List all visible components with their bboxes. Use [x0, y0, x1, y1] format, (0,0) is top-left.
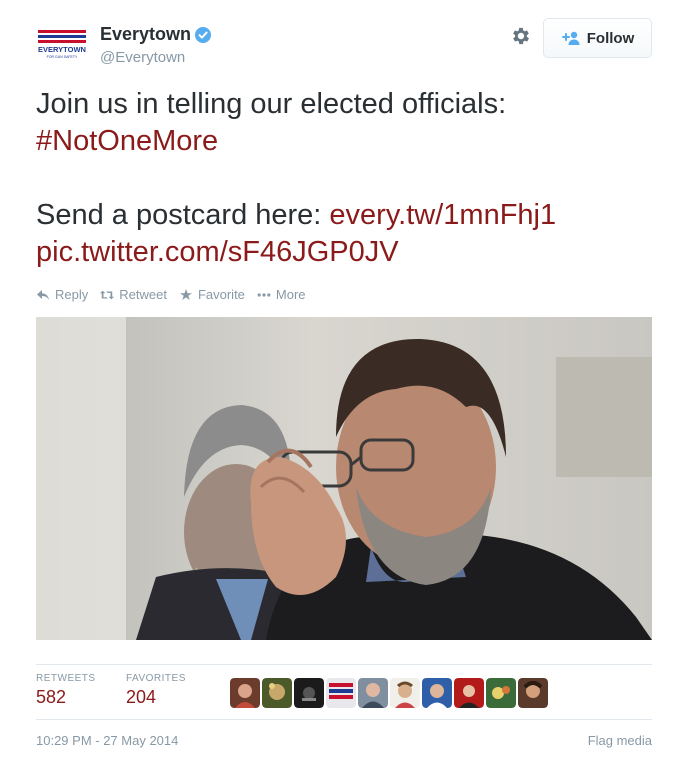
gear-icon[interactable]	[510, 25, 532, 47]
favoriter-avatar[interactable]	[294, 678, 324, 708]
verified-badge-icon	[195, 26, 212, 43]
more-action[interactable]: More	[257, 287, 306, 302]
favorites-label: FAVORITES	[126, 673, 186, 684]
favorites-count: 204	[126, 687, 157, 707]
favoriter-avatar[interactable]	[518, 678, 548, 708]
favorite-action[interactable]: Favorite	[179, 287, 245, 302]
reply-label: Reply	[55, 287, 89, 302]
favoriter-avatar[interactable]	[454, 678, 484, 708]
retweet-action[interactable]: Retweet	[100, 287, 167, 302]
avatar-logo-text: EVERYTOWN	[38, 45, 86, 54]
favoriter-avatar[interactable]	[262, 678, 292, 708]
retweet-label: Retweet	[119, 287, 167, 302]
retweets-stat[interactable]: RETWEETS 582	[36, 673, 96, 708]
more-label: More	[275, 287, 306, 302]
favoriter-avatar[interactable]	[390, 678, 420, 708]
star-icon	[179, 288, 192, 300]
retweets-label: RETWEETS	[36, 673, 96, 684]
display-name-row[interactable]: Everytown	[100, 24, 212, 45]
favoriter-avatar[interactable]	[422, 678, 452, 708]
follow-button[interactable]: Follow	[543, 18, 652, 58]
tweet-header: EVERYTOWN FOR GUN SAFETY Everytown @Ever…	[36, 18, 652, 70]
user-handle[interactable]: @Everytown	[100, 49, 211, 66]
hashtag-link[interactable]: #NotOneMore	[36, 125, 218, 157]
favoriters-avatars	[230, 678, 548, 708]
flag-media-link[interactable]: Flag media	[588, 733, 652, 748]
favorites-stat[interactable]: FAVORITES 204	[126, 673, 186, 708]
tweet-stats: RETWEETS 582 FAVORITES 204	[36, 664, 652, 720]
favoriter-avatar[interactable]	[486, 678, 516, 708]
retweet-icon	[100, 290, 115, 299]
short-link[interactable]: every.tw/1mnFhj1	[329, 199, 556, 231]
avatar[interactable]: EVERYTOWN FOR GUN SAFETY	[36, 24, 88, 64]
reply-action[interactable]: Reply	[36, 287, 88, 302]
favoriter-avatar[interactable]	[326, 678, 356, 708]
add-user-icon	[561, 31, 580, 45]
follow-button-label: Follow	[586, 29, 635, 47]
favorite-label: Favorite	[197, 287, 245, 302]
display-name[interactable]: Everytown	[100, 24, 191, 45]
tweet-timestamp[interactable]: 10:29 PM - 27 May 2014	[36, 733, 178, 748]
tweet-line-3-prefix: Send a postcard here:	[36, 199, 330, 231]
photo-image	[36, 317, 652, 640]
pic-link[interactable]: pic.twitter.com/sF46JGP0JV	[36, 236, 399, 268]
retweets-count: 582	[36, 687, 67, 707]
favoriter-avatar[interactable]	[230, 678, 260, 708]
avatar-logo-subtext: FOR GUN SAFETY	[47, 55, 78, 59]
tweet-spacer	[36, 160, 652, 197]
tweet-photo[interactable]	[36, 317, 652, 640]
tweet-actions: Reply Retweet Favorite More	[36, 287, 306, 302]
tweet-line-1: Join us in telling our elected officials…	[36, 88, 507, 120]
reply-icon	[37, 289, 49, 300]
tweet-text: Join us in telling our elected officials…	[36, 86, 652, 271]
ellipsis-icon	[257, 292, 271, 297]
favoriter-avatar[interactable]	[358, 678, 388, 708]
user-info: Everytown @Everytown	[100, 24, 212, 66]
